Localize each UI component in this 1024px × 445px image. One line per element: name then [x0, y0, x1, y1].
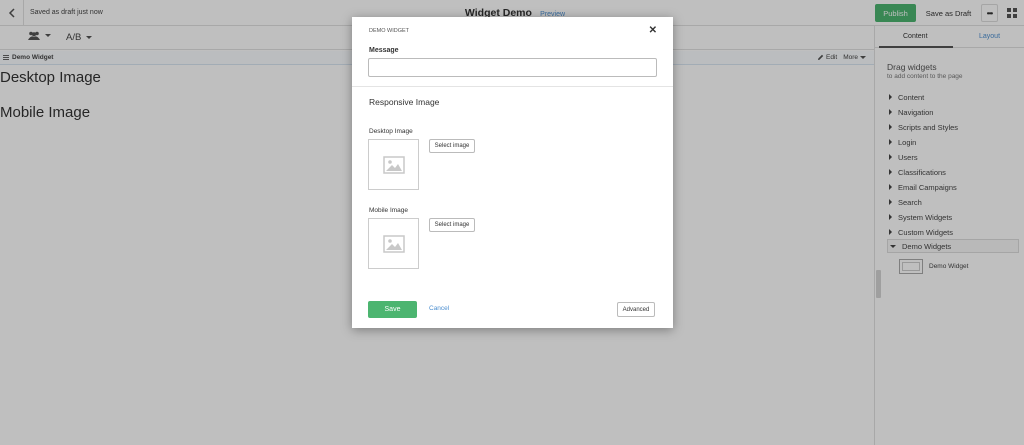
divider — [352, 86, 673, 87]
mobile-image-preview — [368, 218, 419, 269]
mobile-image-label: Mobile Image — [369, 207, 409, 214]
message-input[interactable] — [368, 58, 657, 77]
select-mobile-image-button[interactable]: Select image — [429, 218, 475, 232]
widget-edit-dialog: DEMO WIDGET ✕ Message Responsive Image D… — [352, 17, 673, 328]
close-icon[interactable]: ✕ — [649, 25, 657, 36]
desktop-image-label: Desktop Image — [369, 128, 413, 135]
image-placeholder-icon — [382, 234, 405, 253]
save-button[interactable]: Save — [368, 301, 417, 318]
desktop-image-preview — [368, 139, 419, 190]
cancel-link[interactable]: Cancel — [429, 305, 449, 312]
responsive-image-title: Responsive Image — [369, 97, 440, 107]
advanced-button[interactable]: Advanced — [617, 302, 655, 317]
message-label: Message — [369, 47, 399, 54]
image-placeholder-icon — [382, 155, 405, 174]
dialog-title: DEMO WIDGET — [369, 28, 410, 34]
select-desktop-image-button[interactable]: Select image — [429, 139, 475, 153]
